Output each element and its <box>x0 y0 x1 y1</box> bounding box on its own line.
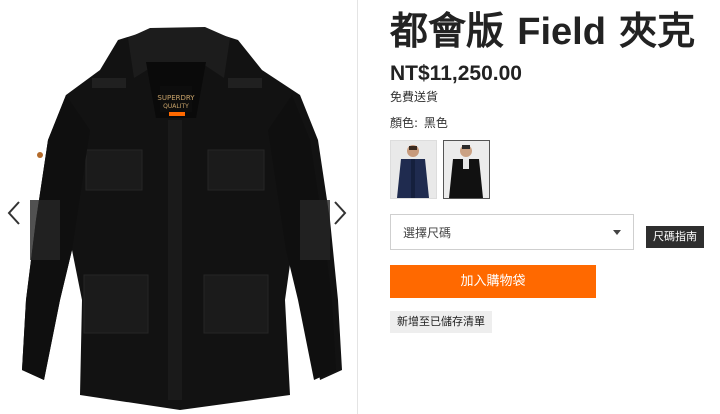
product-price: NT$11,250.00 <box>390 62 522 85</box>
color-swatch-black[interactable] <box>443 140 490 199</box>
product-info-panel: 都會版 Field 夾克 NT$11,250.00 免費送貨 顏色: 黑色 選擇… <box>390 0 720 414</box>
gallery-next-button[interactable] <box>330 196 350 230</box>
product-image: SUPERDRY QUALITY <box>22 27 342 410</box>
svg-text:SUPERDRY: SUPERDRY <box>157 94 195 102</box>
gallery-prev-button[interactable] <box>4 196 24 230</box>
color-selection-label: 顏色: 黑色 <box>390 114 450 131</box>
size-dropdown-placeholder: 選擇尺碼 <box>403 225 452 240</box>
add-to-wishlist-button[interactable]: 新增至已儲存清單 <box>390 311 492 333</box>
chevron-left-icon <box>7 201 20 225</box>
product-title-part: Field <box>517 11 606 53</box>
size-guide-button[interactable]: 尺碼指南 <box>646 226 704 248</box>
black-jacket-thumbnail <box>444 141 489 198</box>
color-label: 顏色: <box>390 116 419 130</box>
product-title-part: 夾克 <box>605 9 696 53</box>
add-to-bag-button[interactable]: 加入購物袋 <box>390 265 596 298</box>
navy-jacket-thumbnail <box>391 141 436 198</box>
color-swatches <box>390 140 490 199</box>
svg-text:QUALITY: QUALITY <box>163 103 189 110</box>
chevron-right-icon <box>334 201 347 225</box>
color-value: 黑色 <box>423 116 448 130</box>
color-swatch-navy[interactable] <box>390 140 437 199</box>
product-title: 都會版 Field 夾克 <box>390 8 720 55</box>
shipping-info: 免費送貨 <box>390 90 439 104</box>
product-image-gallery: SUPERDRY QUALITY <box>0 0 358 414</box>
size-dropdown[interactable]: 選擇尺碼 <box>390 214 634 250</box>
caret-down-icon <box>613 230 621 235</box>
product-title-part: 都會版 <box>390 9 518 53</box>
